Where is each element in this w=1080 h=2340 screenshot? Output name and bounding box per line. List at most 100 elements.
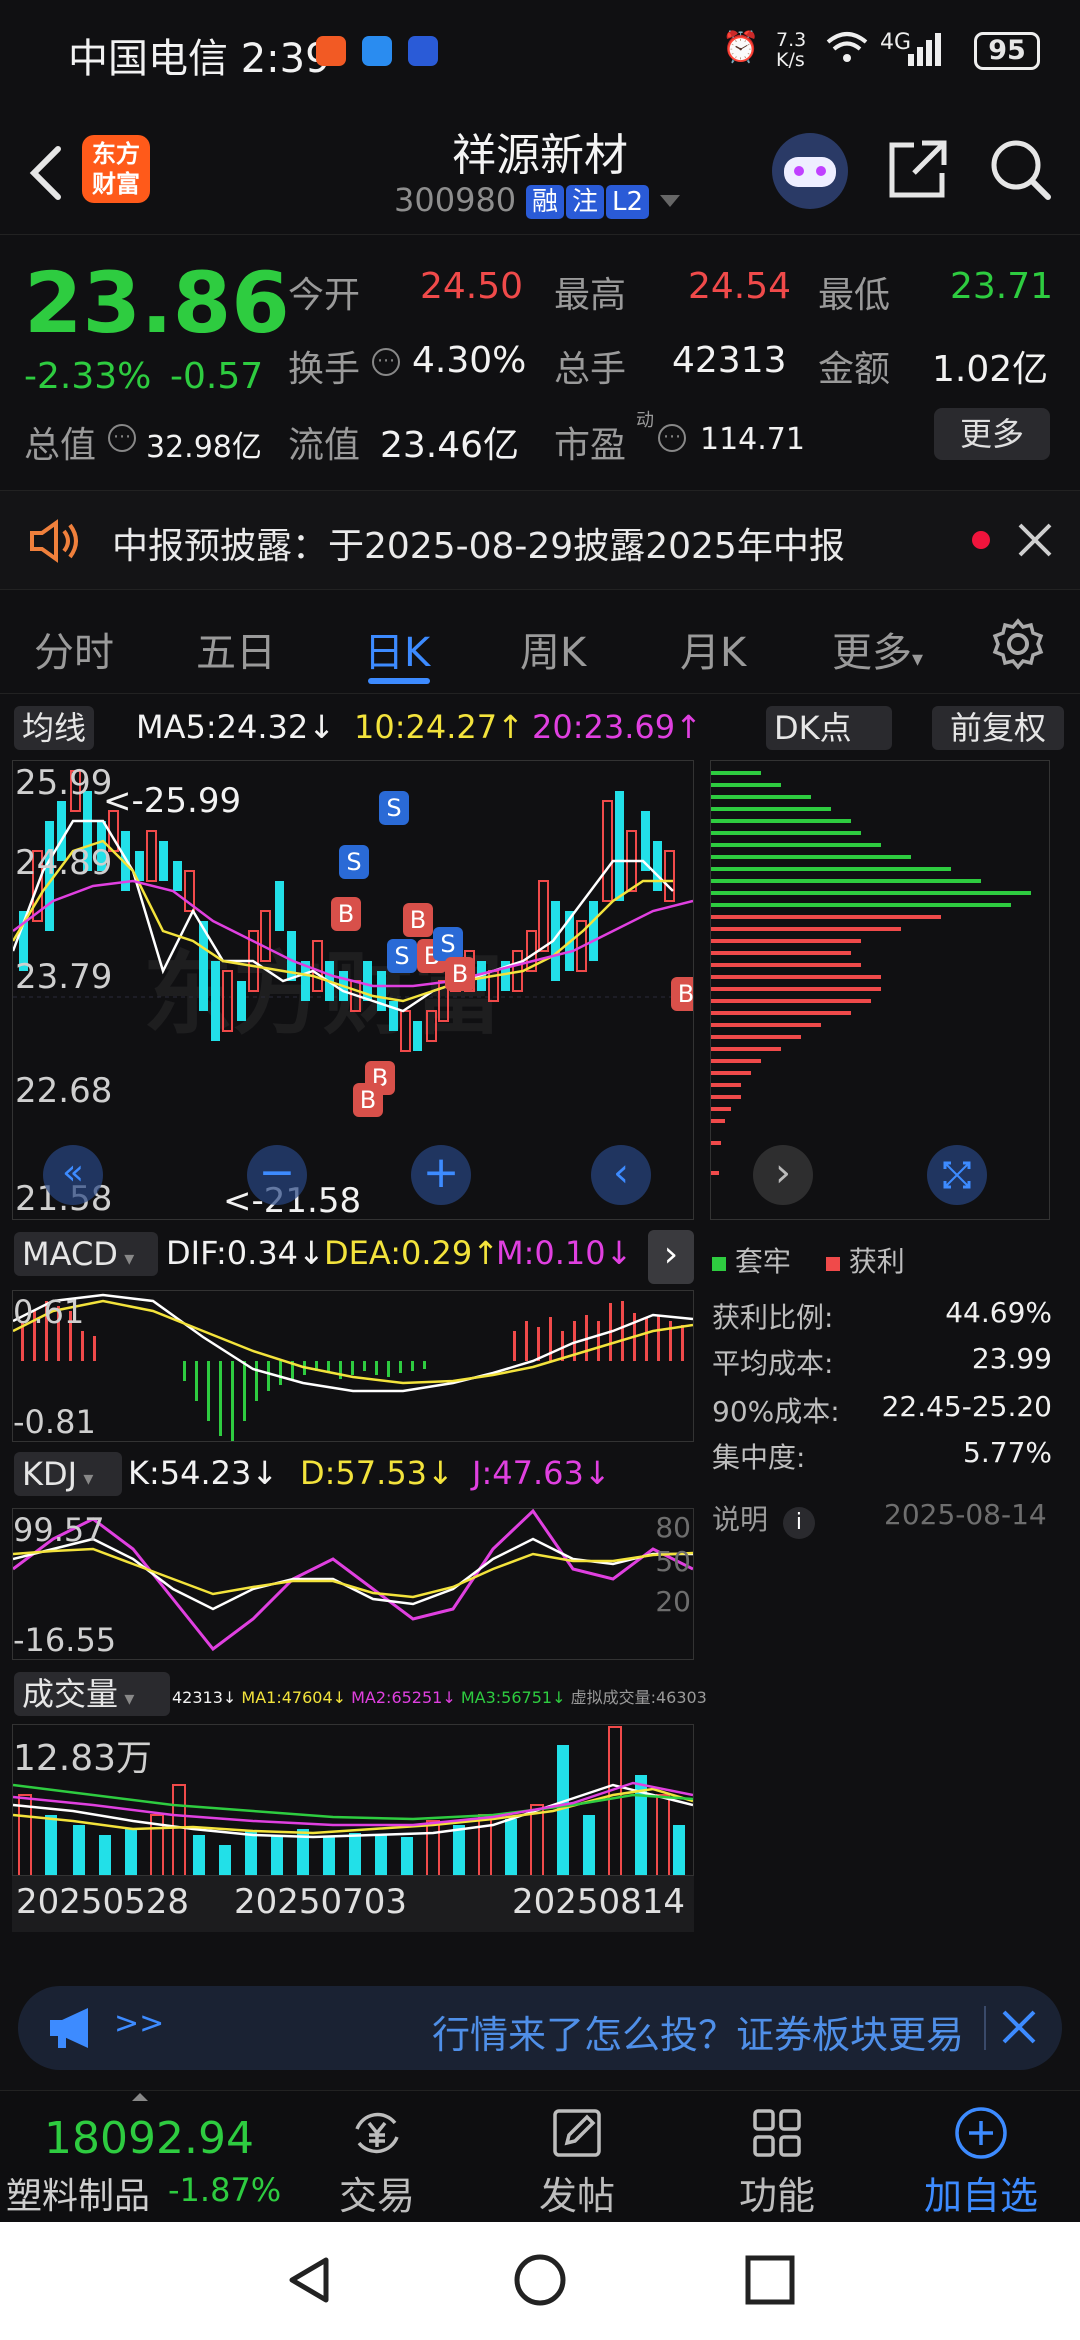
system-home-button[interactable] — [512, 2252, 568, 2312]
volume-selector-label: 成交量 — [22, 1675, 119, 1713]
macd-y-bottom: -0.81 — [13, 1403, 96, 1441]
nav-trade[interactable]: 交易 — [312, 2091, 442, 2223]
info-dots-icon[interactable]: ⋯ — [658, 424, 686, 452]
kline-chart[interactable]: 东方财富 S S B B S B S B B B B 25.99 24.89 2… — [12, 760, 694, 1220]
low-label: 最低 — [818, 275, 891, 316]
sector-index-value[interactable]: 18092.94 — [44, 2113, 254, 2164]
dk-points-toggle[interactable]: DK点 — [766, 706, 892, 750]
notification-icon — [316, 36, 346, 66]
system-back-button[interactable] — [282, 2252, 338, 2312]
chip-row-value: 5.77% — [963, 1436, 1052, 1469]
sell-marker[interactable]: S — [433, 927, 463, 961]
notice-text[interactable]: 中报预披露：于2025-08-29披露2025年中报 — [112, 517, 845, 569]
system-recents-button[interactable] — [742, 2252, 798, 2312]
close-notice-button[interactable] — [1016, 521, 1054, 563]
scroll-left-button[interactable]: ‹ — [591, 1145, 651, 1205]
y-label: 24.89 — [15, 843, 113, 883]
info-dots-icon[interactable]: ⋯ — [372, 348, 400, 376]
high-marker-label: <-25.99 — [103, 781, 242, 821]
tab-more-label: 更多 — [832, 630, 912, 676]
trade-icon — [355, 2112, 399, 2154]
ma-selector[interactable]: 均线 — [14, 706, 95, 750]
macd-selector[interactable]: MACD ▾ — [14, 1232, 158, 1276]
zoom-in-button[interactable]: + — [411, 1145, 471, 1205]
macd-dif: DIF:0.34↓ — [166, 1234, 325, 1272]
volume-selector[interactable]: 成交量 ▾ — [14, 1672, 170, 1716]
tab-intraday[interactable]: 分时 — [34, 620, 114, 678]
buy-marker[interactable]: B — [445, 957, 475, 991]
nav-functions-label: 功能 — [738, 2174, 815, 2218]
chip-row-value: 44.69% — [945, 1296, 1052, 1329]
tab-more[interactable]: 更多▾ — [832, 620, 923, 678]
tab-monthly-k[interactable]: 月K — [680, 620, 746, 678]
buy-marker[interactable]: B — [331, 897, 361, 931]
notice-bar[interactable]: 中报预披露：于2025-08-29披露2025年中报 — [0, 490, 1080, 590]
date-axis: 20250528 20250703 20250814 — [12, 1876, 694, 1932]
high-value: 24.54 — [688, 266, 792, 307]
status-bar: 中国电信 2:39 ⏰ 7.3 K/s 4G 95 — [0, 0, 1080, 105]
expand-button[interactable] — [927, 1145, 987, 1205]
dropdown-caret-icon[interactable] — [660, 195, 680, 207]
search-button[interactable] — [988, 137, 1052, 205]
caret-up-icon[interactable] — [132, 2093, 148, 2101]
chip-next-button[interactable]: › — [753, 1145, 813, 1205]
chip-legend: 套牢 获利 — [712, 1240, 905, 1280]
indicator-next-button[interactable]: › — [648, 1230, 694, 1284]
margin-tag: 融 — [526, 185, 565, 219]
sell-marker[interactable]: S — [387, 939, 417, 973]
close-icon — [1002, 2010, 1036, 2044]
nav-post[interactable]: 发帖 — [512, 2091, 642, 2223]
circle-home-icon — [514, 2254, 566, 2306]
y-label: 22.68 — [15, 1071, 113, 1111]
sell-marker[interactable]: S — [339, 845, 369, 879]
ma20-value: 20:23.69↑ — [532, 708, 702, 746]
chip-distribution-chart[interactable]: › — [710, 760, 1050, 1220]
quote-panel: 23.86 -2.33% -0.57 今开 24.50 最高 24.54 最低 … — [0, 236, 1080, 486]
buy-marker[interactable]: B — [403, 903, 433, 937]
sector-name[interactable]: 塑料制品 — [6, 2167, 150, 2219]
robot-assistant-icon[interactable] — [772, 133, 848, 209]
info-dots-icon[interactable]: ⋯ — [108, 424, 136, 452]
network-speed: 7.3 K/s — [776, 29, 807, 71]
nav-functions[interactable]: 功能 — [712, 2091, 842, 2223]
mktcap-label: 总值 — [24, 425, 97, 466]
share-icon — [889, 140, 947, 198]
close-banner-button[interactable] — [1000, 2008, 1038, 2050]
speaker-icon — [28, 519, 84, 567]
grid-icon — [753, 2109, 801, 2157]
promo-banner[interactable]: >> 行情来了怎么投？证券板块更易 — [18, 1986, 1062, 2070]
date-label: 20250528 — [16, 1882, 190, 1922]
volume-v: 42313↓ — [172, 1688, 237, 1707]
float-label: 流值 — [288, 425, 361, 466]
tab-weekly-k[interactable]: 周K — [520, 620, 586, 678]
nav-add-watchlist[interactable]: 加自选 — [906, 2091, 1056, 2223]
y-label: 25.99 — [15, 763, 113, 803]
sector-change: -1.87% — [168, 2171, 282, 2209]
settings-button[interactable] — [992, 618, 1044, 674]
adjust-toggle[interactable]: 前复权 — [932, 706, 1064, 750]
volume-chart[interactable]: 12.83万 — [12, 1724, 694, 1876]
promo-text[interactable]: 行情来了怎么投？证券板块更易 — [432, 2004, 982, 2059]
legend-profit: 获利 — [848, 1245, 905, 1278]
app-icon — [408, 36, 438, 66]
buy-marker[interactable]: B — [353, 1083, 383, 1117]
kdj-y-bottom: -16.55 — [13, 1621, 117, 1659]
zoom-out-button[interactable]: − — [247, 1145, 307, 1205]
kdj-selector[interactable]: KDJ ▾ — [14, 1452, 122, 1496]
legend-swatch-trap — [712, 1257, 726, 1271]
pe-superscript: 动 — [636, 410, 654, 431]
scroll-left-fast-button[interactable]: « — [43, 1145, 103, 1205]
buy-marker[interactable]: B — [671, 977, 693, 1011]
amount-label: 金额 — [818, 349, 891, 390]
share-button[interactable] — [886, 137, 950, 205]
kdj-chart[interactable]: 99.57 -16.55 80 50 20 — [12, 1508, 694, 1660]
tab-daily-k[interactable]: 日K — [364, 620, 430, 678]
more-button[interactable]: 更多 — [934, 408, 1050, 460]
chip-bars — [711, 771, 1031, 1175]
tab-five-day[interactable]: 五日 — [196, 620, 276, 678]
dk-points-label: DK点 — [774, 709, 852, 747]
macd-chart[interactable]: 0.61 -0.81 — [12, 1290, 694, 1442]
sell-marker[interactable]: S — [379, 791, 409, 825]
chip-explain[interactable]: 说明 i — [712, 1498, 815, 1539]
macd-y-top: 0.61 — [13, 1293, 85, 1331]
